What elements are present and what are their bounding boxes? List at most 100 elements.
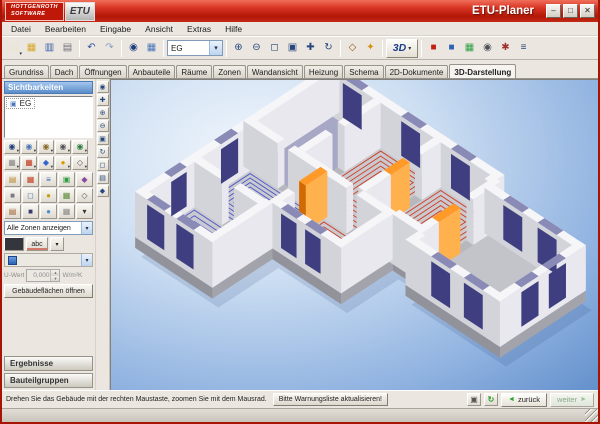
next-button[interactable]: weiter► bbox=[550, 393, 594, 407]
save-button[interactable]: ▥ bbox=[41, 39, 58, 58]
refresh-button[interactable]: ↻ bbox=[484, 393, 498, 406]
floor-select[interactable]: EG▾ bbox=[167, 40, 223, 56]
pan-button[interactable]: ✚ bbox=[302, 39, 319, 58]
resize-grip[interactable] bbox=[585, 409, 598, 422]
tab-schema[interactable]: Schema bbox=[344, 65, 383, 78]
view-front[interactable]: ◻ bbox=[97, 159, 109, 171]
measure-button[interactable]: ◇ bbox=[344, 39, 361, 58]
print-button[interactable]: ▤ bbox=[59, 39, 76, 58]
view-rotate[interactable]: ↻ bbox=[97, 146, 109, 158]
menu-datei[interactable]: Datei bbox=[4, 23, 38, 35]
reset-view-button[interactable]: ▣ bbox=[467, 393, 481, 406]
tab-3d-darstellung[interactable]: 3D-Darstellung bbox=[449, 64, 516, 78]
tab-zonen[interactable]: Zonen bbox=[213, 65, 246, 78]
show-sky[interactable]: ● bbox=[40, 204, 57, 219]
show-roof[interactable]: ◆ bbox=[76, 172, 93, 187]
swatch-dropdown-button[interactable]: ▾ bbox=[50, 237, 64, 251]
grid-toggle-button[interactable]: ▦ bbox=[143, 39, 160, 58]
view-camera[interactable]: ◉ bbox=[97, 81, 109, 93]
render-settings-button[interactable]: ✱ bbox=[497, 39, 514, 58]
toggle-rooms[interactable]: ◉▾ bbox=[55, 140, 71, 154]
results-panel-button[interactable]: Ergebnisse bbox=[4, 356, 93, 371]
show-axes[interactable]: ◇ bbox=[76, 188, 93, 203]
toggle-walls[interactable]: ◉▾ bbox=[4, 140, 20, 154]
show-heating-circuits[interactable]: ▦ bbox=[22, 172, 39, 187]
titlebar[interactable]: HOTTGENROTH SOFTWARE ETU ETU-Planer –□✕ bbox=[2, 0, 598, 22]
view-zoom-out[interactable]: ⊖ bbox=[97, 120, 109, 132]
visibility-eye-button[interactable]: ◉ bbox=[125, 39, 142, 58]
tab-heizung[interactable]: Heizung bbox=[304, 65, 343, 78]
tab-grundriss[interactable]: Grundriss bbox=[4, 65, 49, 78]
show-zones[interactable]: ▣ bbox=[58, 172, 75, 187]
zoom-window-button[interactable]: ◻ bbox=[266, 39, 283, 58]
more-tools[interactable]: ▾ bbox=[76, 204, 93, 219]
zoom-out-button[interactable]: ⊖ bbox=[248, 39, 265, 58]
toggle-furniture[interactable]: ▦▾ bbox=[4, 156, 20, 170]
back-button[interactable]: ◄zurück bbox=[501, 393, 547, 407]
tab-anbauteile[interactable]: Anbauteile bbox=[128, 65, 176, 78]
show-north[interactable]: ● bbox=[40, 188, 57, 203]
menu-bearbeiten[interactable]: Bearbeiten bbox=[38, 23, 93, 35]
dropdown-arrow-icon[interactable]: ▾ bbox=[81, 222, 92, 234]
texture-tool-button[interactable]: ▦ bbox=[461, 39, 478, 58]
show-walls[interactable]: ■ bbox=[4, 188, 21, 203]
floor-list[interactable]: ▣ EG bbox=[4, 96, 93, 138]
color-swatch-button[interactable] bbox=[4, 237, 24, 251]
show-openings[interactable]: ◻ bbox=[22, 188, 39, 203]
new-document-button[interactable]: ▤▾ bbox=[5, 39, 22, 58]
spinner-arrows[interactable]: ▲▼ bbox=[50, 270, 59, 281]
toggle-heating[interactable]: ▦▾ bbox=[21, 156, 37, 170]
toggle-electric[interactable]: ●▾ bbox=[55, 156, 71, 170]
toggle-windows[interactable]: ◉▾ bbox=[21, 140, 37, 154]
view-iso[interactable]: ◆ bbox=[97, 185, 109, 197]
show-pipes[interactable]: ≡ bbox=[40, 172, 57, 187]
view-fit[interactable]: ▣ bbox=[97, 133, 109, 145]
menu-ansicht[interactable]: Ansicht bbox=[138, 23, 180, 35]
zoom-in-button[interactable]: ⊕ bbox=[230, 39, 247, 58]
dropdown-arrow-icon[interactable]: ▾ bbox=[209, 41, 222, 55]
3d-scene[interactable] bbox=[111, 80, 598, 390]
open-project-button[interactable]: ▦ bbox=[23, 39, 40, 58]
show-terrain[interactable]: ▦ bbox=[58, 188, 75, 203]
tab-wandansicht[interactable]: Wandansicht bbox=[247, 65, 303, 78]
view-zoom-in[interactable]: ⊕ bbox=[97, 107, 109, 119]
zone-filter-select[interactable]: Alle Zonen anzeigen ▾ bbox=[4, 221, 93, 235]
close-button[interactable]: ✕ bbox=[580, 4, 595, 18]
view-pan[interactable]: ✚ bbox=[97, 94, 109, 106]
maximize-button[interactable]: □ bbox=[563, 4, 578, 18]
component-groups-panel-button[interactable]: Bauteilgruppen bbox=[4, 373, 93, 388]
show-raster[interactable]: ▦ bbox=[58, 204, 75, 219]
menu-eingabe[interactable]: Eingabe bbox=[93, 23, 138, 35]
uwert-spinner[interactable]: 0,000 ▲▼ bbox=[26, 269, 60, 282]
wall-tool-button[interactable]: ■ bbox=[443, 39, 460, 58]
floor-list-item-eg[interactable]: ▣ EG bbox=[6, 98, 35, 109]
minimize-button[interactable]: – bbox=[546, 4, 561, 18]
toggle-doors[interactable]: ◉▾ bbox=[38, 140, 54, 154]
spin-down-icon[interactable]: ▼ bbox=[51, 276, 59, 282]
toggle-labels[interactable]: ◉▾ bbox=[72, 140, 88, 154]
view-3d-button[interactable]: 3D▾ bbox=[386, 39, 418, 58]
tab-2d-dokumente[interactable]: 2D-Dokumente bbox=[385, 65, 449, 78]
roof-tool-button[interactable]: ■ bbox=[425, 39, 442, 58]
undo-button[interactable]: ↶ bbox=[83, 39, 100, 58]
daylight-button[interactable]: ✦ bbox=[362, 39, 379, 58]
menu-hilfe[interactable]: Hilfe bbox=[218, 23, 249, 35]
menu-extras[interactable]: Extras bbox=[180, 23, 218, 35]
tab-öffnungen[interactable]: Öffnungen bbox=[79, 65, 126, 78]
text-label-button[interactable]: abc bbox=[26, 237, 48, 251]
show-floor-covering[interactable]: ▤ bbox=[4, 172, 21, 187]
tab-dach[interactable]: Dach bbox=[50, 65, 79, 78]
redo-button[interactable]: ↷ bbox=[101, 39, 118, 58]
rotate-view-button[interactable]: ↻ bbox=[320, 39, 337, 58]
layers-button[interactable]: ≡ bbox=[515, 39, 532, 58]
3d-viewport[interactable] bbox=[110, 79, 598, 390]
view-top[interactable]: ▤ bbox=[97, 172, 109, 184]
visibility-panel-header[interactable]: Sichtbarkeiten bbox=[4, 81, 93, 94]
camera-button[interactable]: ◉ bbox=[479, 39, 496, 58]
show-shadows[interactable]: ■ bbox=[22, 204, 39, 219]
tab-räume[interactable]: Räume bbox=[176, 65, 212, 78]
toggle-dimensions[interactable]: ◇▾ bbox=[72, 156, 88, 170]
zoom-fit-button[interactable]: ▣ bbox=[284, 39, 301, 58]
toggle-sanitary[interactable]: ◆▾ bbox=[38, 156, 54, 170]
show-photo[interactable]: ▤ bbox=[4, 204, 21, 219]
